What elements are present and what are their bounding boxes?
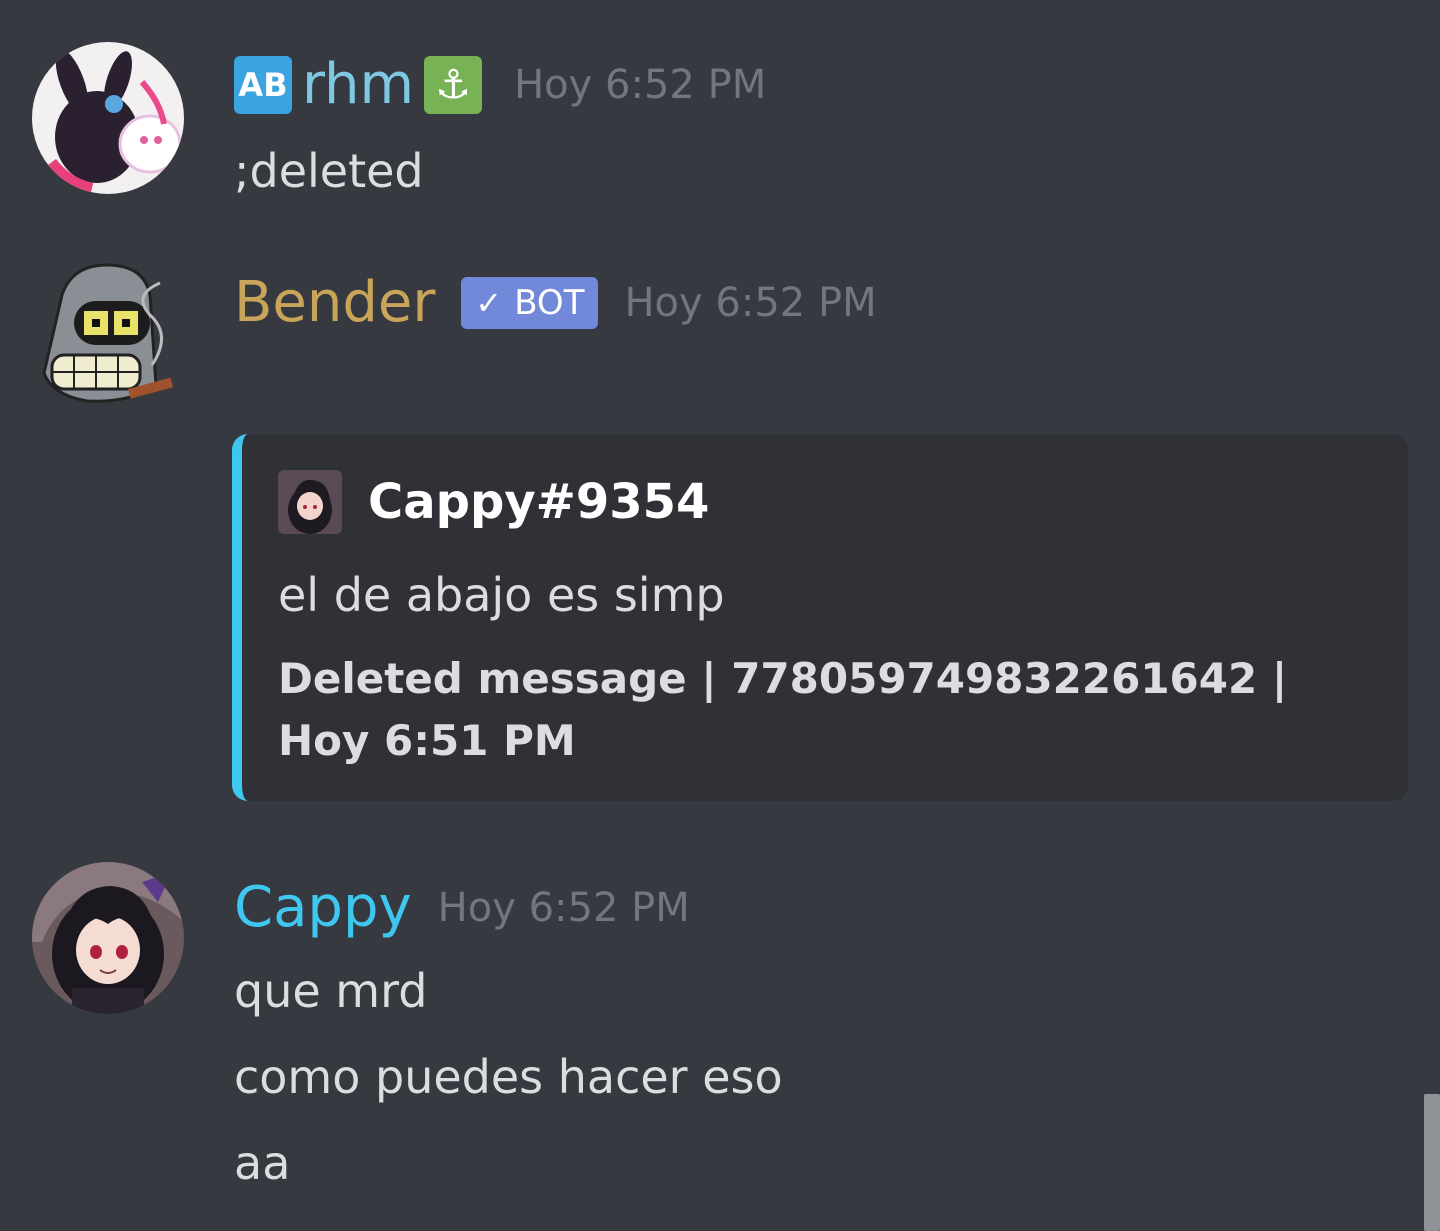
message-header: Cappy Hoy 6:52 PM [234, 880, 690, 936]
avatar-cappy-icon[interactable] [32, 862, 184, 1014]
message-header: Bender ✓ BOT Hoy 6:52 PM [234, 275, 877, 331]
bot-badge-label: BOT [514, 283, 585, 323]
message-text: como puedes hacer eso [234, 1050, 783, 1104]
bot-badge: ✓ BOT [461, 277, 599, 329]
avatar-bender-icon[interactable] [32, 255, 184, 407]
chat-messages: AB rhm ⚓ Hoy 6:52 PM ;deleted Bender ✓ B… [0, 0, 1440, 1231]
username[interactable]: Cappy [234, 880, 412, 936]
message-text: que mrd [234, 964, 428, 1018]
timestamp: Hoy 6:52 PM [514, 62, 767, 108]
embed-author: Cappy#9354 [278, 470, 709, 534]
embed-footer: Deleted message | 778059749832261642 | H… [278, 654, 1288, 765]
embed-author-name[interactable]: Cappy#9354 [368, 474, 709, 530]
ab-emoji-icon: AB [234, 56, 292, 114]
embed: Cappy#9354 el de abajo es simp Deleted m… [232, 434, 1408, 801]
timestamp: Hoy 6:52 PM [624, 280, 877, 326]
username[interactable]: Bender [234, 275, 435, 331]
embed-description: el de abajo es simp [278, 568, 725, 622]
embed-author-avatar-icon [278, 470, 342, 534]
anchor-emoji-icon: ⚓ [424, 56, 483, 114]
timestamp: Hoy 6:52 PM [437, 885, 690, 931]
message-text: aa [234, 1136, 291, 1190]
message-text: ;deleted [234, 144, 424, 198]
avatar-rhm-icon[interactable] [32, 42, 184, 194]
username[interactable]: rhm [302, 57, 414, 113]
message-header: AB rhm ⚓ Hoy 6:52 PM [234, 56, 766, 114]
checkmark-icon: ✓ [475, 284, 503, 322]
scrollbar-thumb[interactable] [1424, 1094, 1440, 1231]
